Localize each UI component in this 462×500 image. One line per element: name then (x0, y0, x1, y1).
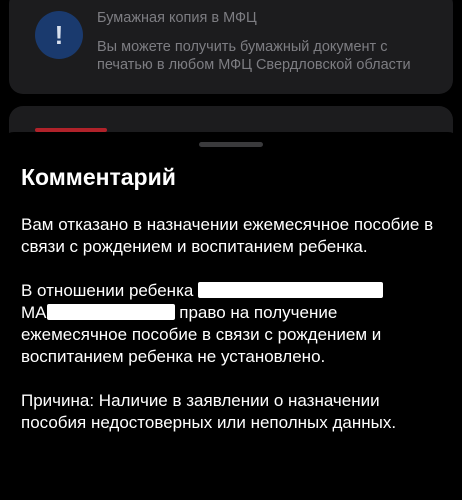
sheet-grabber[interactable] (199, 142, 263, 147)
comment-bottom-sheet: Комментарий Вам отказано в назначении еж… (0, 132, 462, 500)
exclamation-icon: ! (35, 11, 83, 59)
redacted-name (198, 281, 384, 298)
paper-copy-card[interactable]: ! Бумажная копия в МФЦ Вы можете получит… (9, 0, 453, 94)
comment-text: Вам отказано в назначении ежемесячное по… (21, 214, 446, 456)
redacted-patronymic (46, 303, 175, 320)
paper-copy-text: Вы можете получить бумажный документ с п… (97, 39, 411, 73)
comment-paragraph-2-start: В отношении ребенка (21, 281, 194, 300)
comment-paragraph-2-end: ежемесячное пособие в связи с рождением … (21, 325, 382, 366)
comment-paragraph-1: Вам отказано в назначении ежемесячное по… (21, 215, 434, 256)
sheet-title: Комментарий (21, 164, 176, 190)
comment-paragraph-2-line2-end: право на получение (179, 303, 338, 322)
comment-paragraph-2-line2-start: МА (21, 303, 47, 322)
comment-paragraph-3: Причина: Наличие в заявлении о назначени… (21, 391, 397, 432)
comment-paragraph-2: В отношении ребенка МА право на получени… (21, 280, 446, 368)
screen: ! Бумажная копия в МФЦ Вы можете получит… (0, 0, 462, 500)
paper-copy-title: Бумажная копия в МФЦ (97, 10, 257, 26)
